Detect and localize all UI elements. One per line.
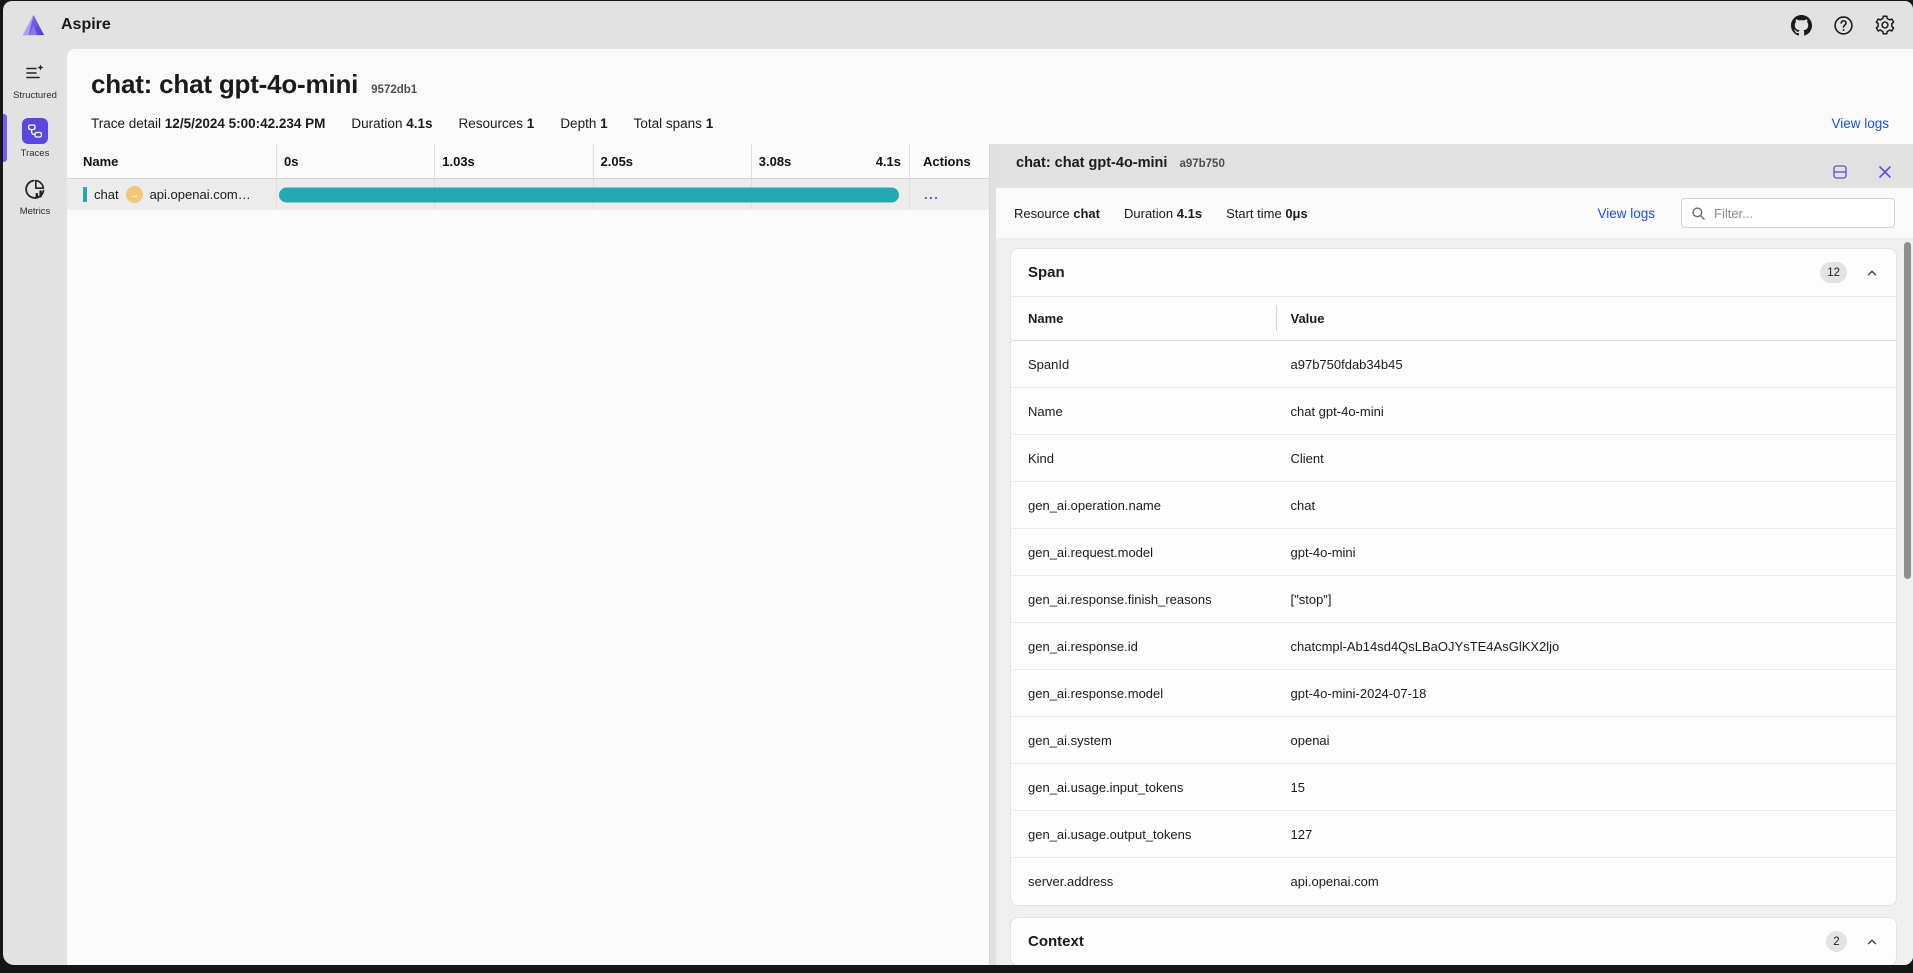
column-header-actions: Actions — [909, 144, 989, 178]
attribute-row: Kind Client — [1011, 435, 1896, 482]
detail-resource: Resource chat — [1014, 206, 1100, 221]
chevron-up-icon[interactable] — [1865, 266, 1879, 280]
details-toolbar: Resource chat Duration 4.1s Start time 0… — [996, 188, 1913, 238]
trace-total-spans: Total spans 1 — [634, 116, 714, 131]
column-header-0s: 0s — [276, 144, 434, 178]
top-bar: Aspire — [3, 1, 1913, 49]
context-count-badge: 2 — [1826, 931, 1847, 952]
attr-col-value: Value — [1277, 311, 1897, 326]
span-row-name: chat → api.openai.com… — [67, 179, 276, 210]
column-header-name: Name — [67, 144, 276, 178]
detail-start-time: Start time 0μs — [1226, 206, 1308, 221]
filter-input[interactable] — [1714, 206, 1890, 221]
details-panel-header: chat: chat gpt-4o-mini a97b750 — [996, 144, 1913, 188]
details-view-logs-link[interactable]: View logs — [1597, 206, 1655, 221]
trace-duration: Duration 4.1s — [351, 116, 432, 131]
span-section-title: Span — [1028, 264, 1065, 281]
trace-waterfall: Name 0s 1.03s 2.05s 3.08s 4.1s Actions — [67, 144, 989, 965]
context-section-header[interactable]: Context 2 — [1011, 918, 1896, 965]
trace-depth: Depth 1 — [560, 116, 607, 131]
outgoing-arrow-icon: → — [126, 186, 143, 203]
attribute-row: gen_ai.response.finish_reasons ["stop"] — [1011, 576, 1896, 623]
app-title: Aspire — [61, 16, 111, 34]
help-icon[interactable] — [1832, 14, 1854, 36]
details-panel-title: chat: chat gpt-4o-mini — [1016, 155, 1167, 171]
column-header-end: 4.1s — [876, 154, 901, 169]
aspire-logo-icon — [20, 12, 47, 39]
span-row-actions-button[interactable]: ... — [909, 179, 989, 210]
trace-detail-timestamp: Trace detail 12/5/2024 5:00:42.234 PM — [91, 116, 325, 131]
attr-col-name: Name — [1011, 297, 1277, 340]
span-color-tick — [83, 187, 87, 202]
attribute-row: gen_ai.usage.input_tokens 15 — [1011, 764, 1896, 811]
span-row-timeline — [276, 179, 909, 210]
trace-view-logs-link[interactable]: View logs — [1831, 116, 1889, 131]
trace-detail-bar: Trace detail 12/5/2024 5:00:42.234 PM Du… — [67, 102, 1913, 144]
metrics-icon — [22, 176, 48, 202]
pane-splitter[interactable] — [989, 144, 996, 965]
search-icon — [1691, 206, 1706, 221]
topbar-actions — [1790, 14, 1896, 36]
span-section-header[interactable]: Span 12 — [1011, 249, 1896, 296]
span-count-badge: 12 — [1820, 262, 1847, 283]
main-content: chat: chat gpt-4o-mini 9572db1 Trace det… — [67, 49, 1913, 965]
context-section-card: Context 2 — [1010, 917, 1897, 965]
panel-scrollbar-thumb[interactable] — [1904, 242, 1911, 579]
attribute-row: gen_ai.request.model gpt-4o-mini — [1011, 529, 1896, 576]
span-duration-bar[interactable] — [279, 187, 899, 202]
span-row[interactable]: chat → api.openai.com… ... — [67, 179, 989, 210]
waterfall-header: Name 0s 1.03s 2.05s 3.08s 4.1s Actions — [67, 144, 989, 179]
attribute-row: gen_ai.response.model gpt-4o-mini-2024-0… — [1011, 670, 1896, 717]
page-header: chat: chat gpt-4o-mini 9572db1 — [67, 49, 1913, 102]
trace-resources: Resources 1 — [459, 116, 535, 131]
span-section-card: Span 12 Name Value Span — [1010, 248, 1897, 906]
sidebar-item-label: Structured — [13, 90, 57, 101]
column-header-1s: 1.03s — [434, 144, 592, 178]
dock-panel-icon[interactable] — [1831, 163, 1849, 181]
attribute-row: gen_ai.operation.name chat — [1011, 482, 1896, 529]
details-scroll-area: Span 12 Name Value Span — [996, 238, 1913, 965]
sidebar-item-label: Metrics — [20, 206, 51, 217]
close-icon[interactable] — [1877, 163, 1893, 181]
attribute-row: Name chat gpt-4o-mini — [1011, 388, 1896, 435]
attribute-row: gen_ai.usage.output_tokens 127 — [1011, 811, 1896, 858]
attribute-row: gen_ai.response.id chatcmpl-Ab14sd4QsLBa… — [1011, 623, 1896, 670]
context-section-title: Context — [1028, 933, 1084, 950]
app-window: Aspire — [3, 1, 1913, 965]
sidebar-item-traces[interactable]: Traces — [3, 109, 67, 167]
sidebar-item-label: Traces — [21, 148, 50, 159]
structured-logs-icon — [22, 60, 48, 86]
attribute-row: SpanId a97b750fdab34b45 — [1011, 341, 1896, 388]
github-icon[interactable] — [1790, 14, 1812, 36]
span-name-label: chat — [94, 187, 119, 202]
attribute-row: server.address api.openai.com — [1011, 858, 1896, 905]
column-header-3s: 3.08s 4.1s — [751, 144, 909, 178]
column-header-2s: 2.05s — [593, 144, 751, 178]
chevron-up-icon[interactable] — [1865, 935, 1879, 949]
span-code-badge: a97b750 — [1179, 158, 1224, 170]
sidebar-item-structured[interactable]: Structured — [3, 51, 67, 109]
sidebar-item-metrics[interactable]: Metrics — [3, 167, 67, 225]
sidebar: Structured Traces — [3, 49, 67, 965]
filter-searchbox[interactable] — [1681, 198, 1895, 228]
detail-duration: Duration 4.1s — [1124, 206, 1202, 221]
trace-code-badge: 9572db1 — [371, 84, 417, 96]
attributes-table-header: Name Value — [1011, 296, 1896, 341]
attribute-row: gen_ai.system openai — [1011, 717, 1896, 764]
traces-icon — [22, 118, 48, 144]
span-destination-label: api.openai.com… — [150, 187, 251, 202]
span-details-panel: chat: chat gpt-4o-mini a97b750 — [996, 144, 1913, 965]
settings-icon[interactable] — [1874, 14, 1896, 36]
page-title: chat: chat gpt-4o-mini — [91, 69, 358, 100]
